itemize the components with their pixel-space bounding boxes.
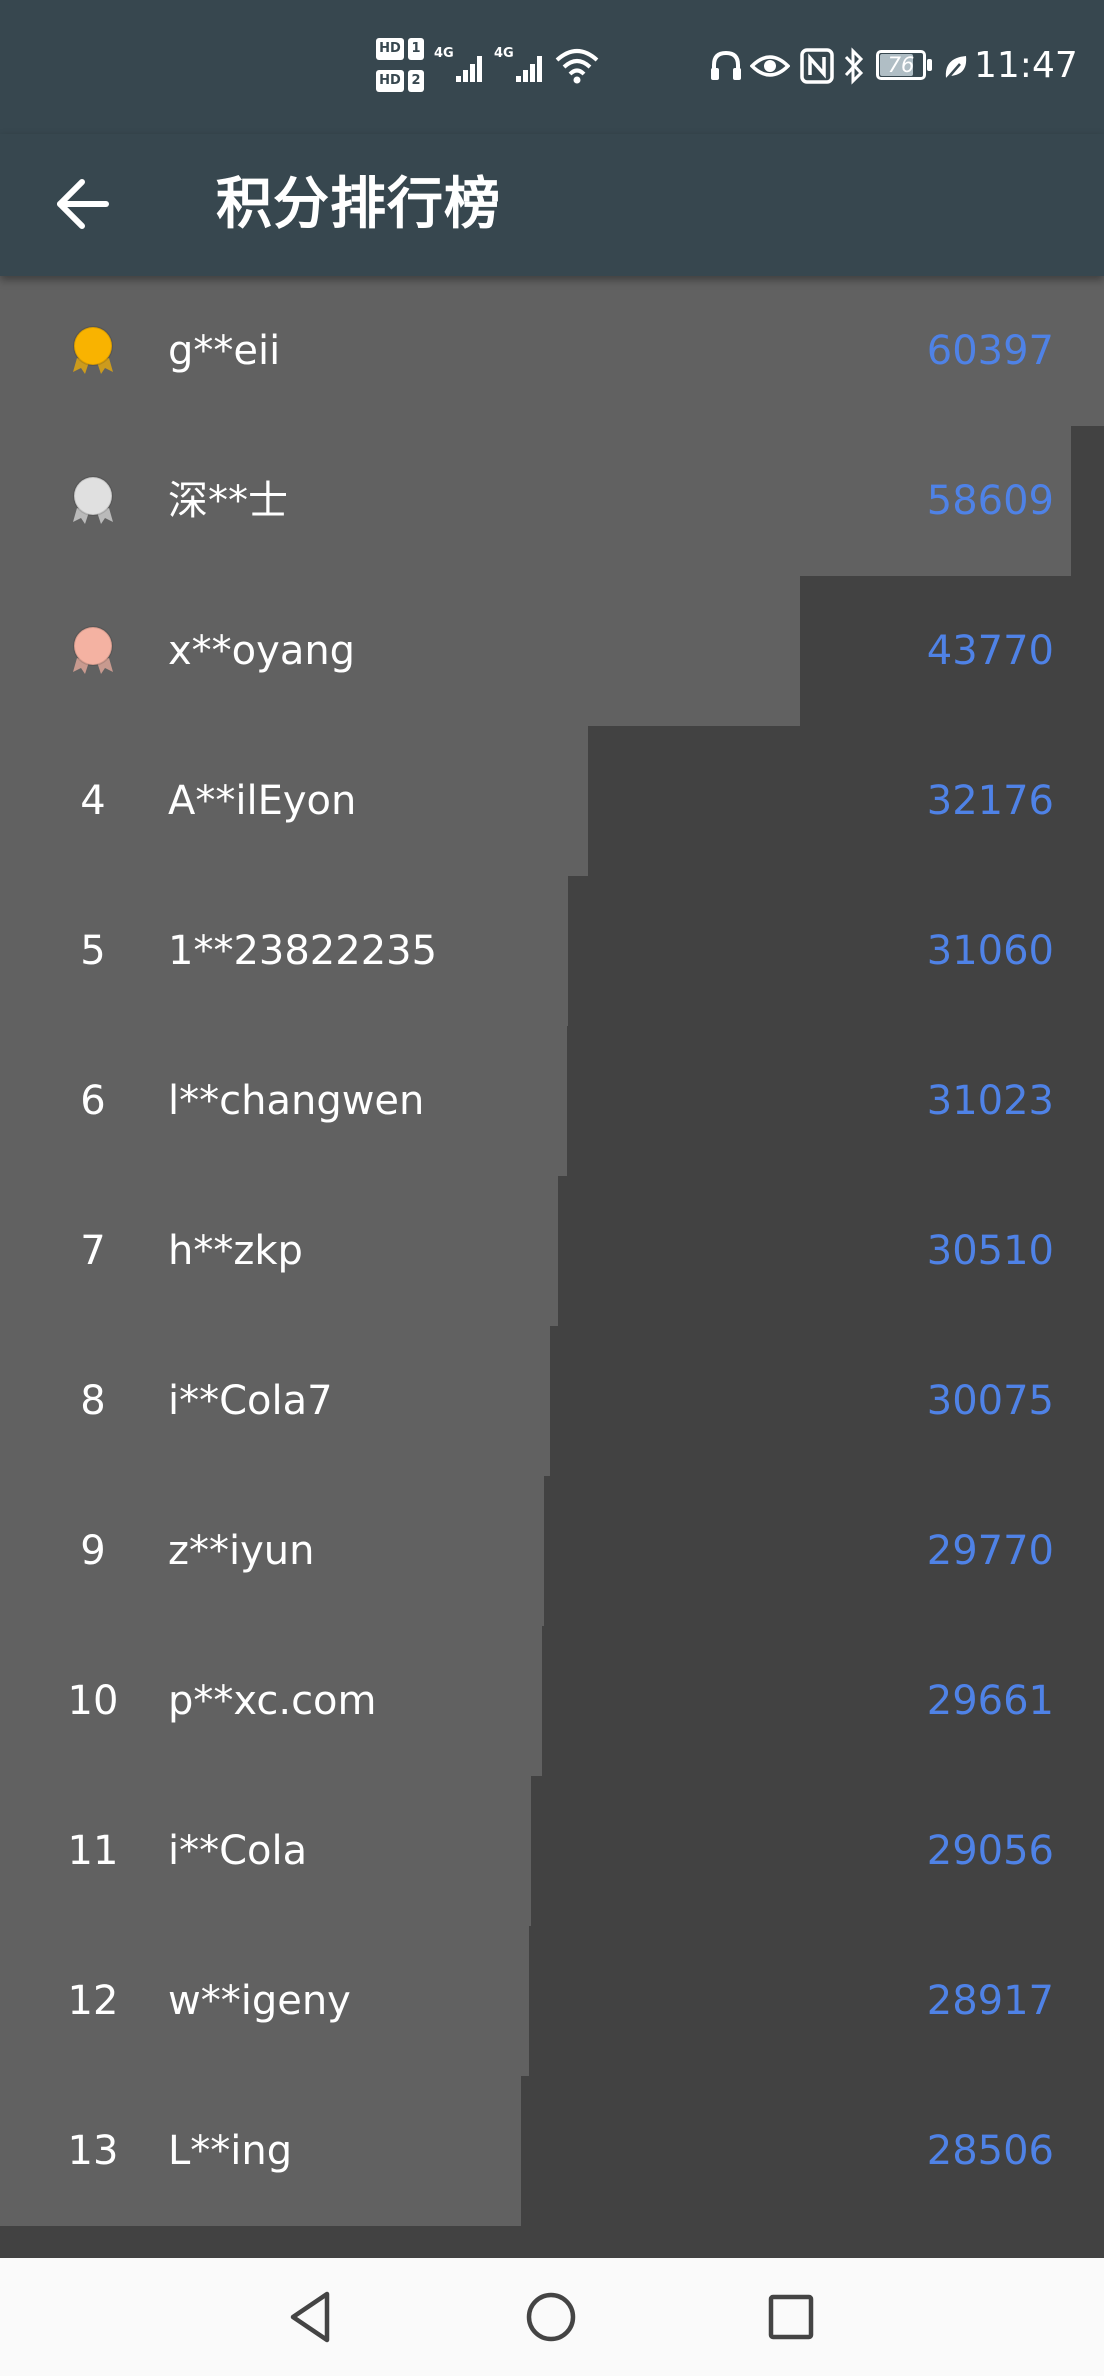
user-score: 31023 (926, 1078, 1054, 1124)
leaderboard-row[interactable]: 6 l**changwen 31023 (0, 1026, 1104, 1176)
leaderboard-row[interactable]: x**oyang 43770 (0, 576, 1104, 726)
battery-icon: 76 (876, 50, 936, 82)
wifi-icon (555, 49, 599, 84)
leaderboard-row[interactable]: 7 h**zkp 30510 (0, 1176, 1104, 1326)
user-name: g**eii (168, 328, 281, 374)
user-name: l**changwen (168, 1078, 425, 1124)
leaderboard-row[interactable]: 8 i**Cola7 30075 (0, 1326, 1104, 1476)
headphones-icon (711, 50, 741, 80)
rank-number: 11 (67, 1828, 119, 1874)
score-bar (0, 426, 1071, 576)
rank-number: 6 (80, 1078, 106, 1124)
nfc-icon (800, 48, 834, 84)
user-score: 43770 (926, 628, 1054, 674)
nav-back-button[interactable] (268, 2274, 354, 2360)
triangle-back-icon (290, 2291, 330, 2343)
gold-medal-icon (42, 276, 144, 426)
user-score: 29056 (926, 1828, 1054, 1874)
leaderboard-row[interactable]: 5 1**23822235 31060 (0, 876, 1104, 1026)
leaderboard-row[interactable]: 9 z**iyun 29770 (0, 1476, 1104, 1626)
hd-sim-indicator: HD 1 HD 2 (376, 38, 426, 96)
user-score: 30075 (926, 1378, 1054, 1424)
square-recents-icon (768, 2294, 814, 2340)
user-score: 31060 (926, 928, 1054, 974)
battery-level: 76 (887, 53, 915, 77)
rank-number: 13 (67, 2128, 119, 2174)
user-name: 深**士 (168, 478, 288, 524)
rank-number: 5 (80, 928, 106, 974)
power-saving-leaf-icon (945, 56, 967, 81)
silver-medal-icon (42, 426, 144, 576)
rank-number: 9 (80, 1528, 106, 1574)
user-score: 32176 (926, 778, 1054, 824)
user-name: w**igeny (168, 1978, 351, 2024)
user-score: 29770 (926, 1528, 1054, 1574)
clock: 11:47 (974, 45, 1078, 86)
bronze-medal-icon (42, 576, 144, 726)
rank-number: 8 (80, 1378, 106, 1424)
user-score: 28506 (926, 2128, 1054, 2174)
leaderboard-list[interactable]: g**eii 60397 深**士 58609 x**oyang 43770 4 A**ilE… (0, 276, 1104, 2276)
hd2-badge: HD (376, 70, 404, 92)
leaderboard-row[interactable]: 12 w**igeny 28917 (0, 1926, 1104, 2076)
user-score: 29661 (926, 1678, 1054, 1724)
user-name: x**oyang (168, 628, 356, 674)
rank-number: 10 (67, 1678, 119, 1724)
user-name: i**Cola (168, 1828, 308, 1874)
rank-number: 4 (80, 778, 106, 824)
hd1-badge: HD (376, 38, 404, 60)
back-button[interactable] (48, 164, 128, 244)
nav-home-button[interactable] (508, 2274, 594, 2360)
circle-home-icon (526, 2292, 576, 2342)
user-name: 1**23822235 (168, 928, 438, 974)
user-name: A**ilEyon (168, 778, 357, 824)
navigation-bar (0, 2258, 1104, 2376)
rank-number: 7 (80, 1228, 106, 1274)
bluetooth-icon (844, 47, 864, 85)
user-name: h**zkp (168, 1228, 303, 1274)
user-name: z**iyun (168, 1528, 315, 1574)
leaderboard-row[interactable]: 深**士 58609 (0, 426, 1104, 576)
leaderboard-row[interactable]: 4 A**ilEyon 32176 (0, 726, 1104, 876)
leaderboard-row[interactable]: 11 i**Cola 29056 (0, 1776, 1104, 1926)
user-score: 28917 (926, 1978, 1054, 2024)
user-score: 58609 (926, 478, 1054, 524)
leaderboard-row[interactable]: 13 L**ing 28506 (0, 2076, 1104, 2226)
signal-2-icon: 4G (494, 46, 550, 86)
leaderboard-row[interactable]: 10 p**xc.com 29661 (0, 1626, 1104, 1776)
page-title: 积分排行榜 (216, 172, 501, 237)
nav-recents-button[interactable] (748, 2274, 834, 2360)
user-name: i**Cola7 (168, 1378, 333, 1424)
user-score: 30510 (926, 1228, 1054, 1274)
eye-comfort-icon (750, 55, 790, 77)
hd1-sub: 1 (408, 38, 424, 60)
arrow-left-icon (57, 179, 109, 229)
status-bar: HD 1 HD 2 4G 4G 76 11:47 (0, 0, 1104, 134)
rank-number: 12 (67, 1978, 119, 2024)
hd2-sub: 2 (408, 70, 424, 92)
user-name: p**xc.com (168, 1678, 377, 1724)
leaderboard-row[interactable]: g**eii 60397 (0, 276, 1104, 426)
user-name: L**ing (168, 2128, 293, 2174)
app-bar: 积分排行榜 (0, 134, 1104, 276)
user-score: 60397 (926, 328, 1054, 374)
signal-1-icon: 4G (434, 46, 490, 86)
